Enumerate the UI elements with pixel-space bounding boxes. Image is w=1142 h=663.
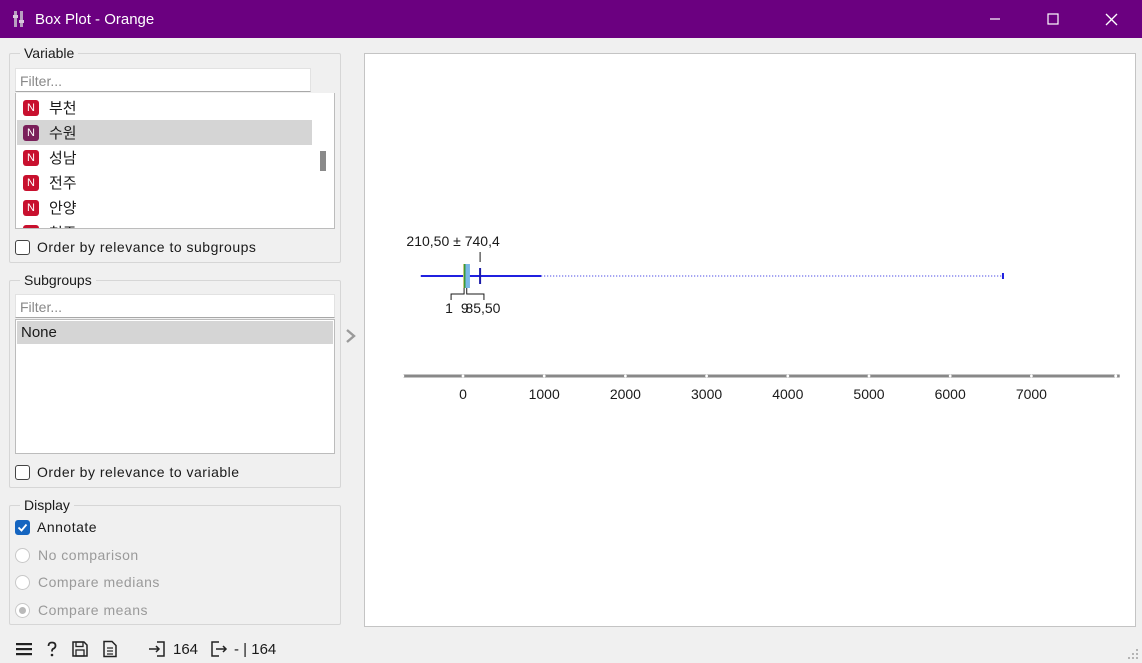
subgroups-group-title: Subgroups [20,272,96,288]
x-axis-tick [867,374,871,378]
variable-list[interactable]: N 부천 N 수원 N 성남 N 전주 N 안양 N 천주 [15,93,335,229]
variable-name: 성남 [49,150,77,167]
numeric-variable-icon: N [23,124,39,141]
x-axis-end-marker [1114,374,1118,378]
maximize-icon [1047,13,1059,25]
input-count: 164 [173,641,199,658]
x-axis-tick-label: 2000 [610,386,641,402]
numeric-variable-icon: N [23,174,39,191]
variable-filter-input[interactable]: Filter... [15,68,311,92]
variable-name: 안양 [49,200,77,217]
window-client: Variable Filter... N 부천 N 수원 N 성남 N 전주 N… [1,38,1141,662]
output-data-icon [211,641,228,657]
x-axis-tick [624,374,627,378]
report-icon[interactable] [101,640,119,658]
x-axis-tick-label: 1000 [529,386,560,402]
list-item[interactable]: N 부천 [17,95,312,120]
status-bar: 164 - | 164 [1,636,1141,662]
subgroups-list[interactable]: None [15,319,335,454]
x-axis-tick-label: 7000 [1016,386,1047,402]
checkbox-label: Order by relevance to subgroups [37,239,257,255]
resize-grip-icon[interactable] [1127,648,1139,660]
radio-compare-means[interactable]: Compare means [15,601,148,619]
variable-name: 부천 [49,100,77,117]
x-axis-tick [542,374,546,378]
x-axis-tick-label: 6000 [935,386,966,402]
subgroups-filter-input[interactable]: Filter... [15,294,335,318]
list-item-selected[interactable]: N 수원 [17,120,312,145]
radio-button[interactable] [15,602,30,618]
q1-label: 1 [445,300,453,316]
numeric-variable-icon: N [23,149,39,166]
maximize-button[interactable] [1024,0,1082,38]
close-icon [1105,13,1117,25]
list-item-selected[interactable]: None [17,321,333,344]
numeric-variable-icon: N [23,199,39,216]
q3-label: 85,50 [465,300,500,316]
order-by-relevance-variable-checkbox[interactable]: Order by relevance to variable [15,463,240,481]
x-axis-tick-label: 3000 [691,386,722,402]
input-data-icon [149,641,165,657]
save-icon[interactable] [71,640,89,658]
radio-button[interactable] [15,547,30,563]
list-item[interactable]: N 안양 [17,195,312,220]
menu-icon[interactable] [15,640,33,658]
radio-label: Compare medians [38,574,160,590]
numeric-variable-icon: N [23,224,39,228]
list-item[interactable]: N 성남 [17,145,312,170]
variable-name: 전주 [49,175,77,192]
order-by-relevance-subgroups-checkbox[interactable]: Order by relevance to subgroups [15,238,256,256]
checkmark-icon [17,523,28,532]
radio-label: No comparison [38,547,139,563]
variable-list-scrollbar[interactable] [320,151,326,171]
variable-group-title: Variable [20,45,79,61]
radio-compare-medians[interactable]: Compare medians [15,573,160,591]
variable-name: 천주 [49,222,77,228]
display-group-title: Display [20,497,74,513]
radio-dot [19,606,26,614]
q1-label-leader [450,288,465,300]
help-icon[interactable] [43,640,61,658]
title-bar: Box Plot - Orange [0,0,1142,38]
radio-no-comparison[interactable]: No comparison [15,546,139,564]
box-plot-area: 0 1000 2000 3000 4000 5000 6000 7000 210,50 ± 74… [364,53,1136,627]
minimize-button[interactable] [966,0,1024,38]
x-axis-tick [786,374,790,378]
checkbox-box[interactable] [15,519,30,535]
minimize-icon [990,18,1000,20]
annotate-checkbox[interactable]: Annotate [15,518,97,536]
x-axis-tick [948,374,952,378]
checkbox-label: Annotate [37,519,98,535]
window-title: Box Plot - Orange [35,11,155,28]
q3-label-leader [466,288,485,300]
box-plot-chart: 0 1000 2000 3000 4000 5000 6000 7000 210,50 ± 74… [401,233,1120,402]
radio-label: Compare means [38,602,148,618]
checkbox-box[interactable] [15,239,30,255]
checkbox-label: Order by relevance to variable [37,464,240,480]
x-axis-end-marker [401,374,405,378]
numeric-variable-icon: N [23,99,39,116]
mean-label: 210,50 ± 740,4 [406,233,500,249]
list-item[interactable]: N 전주 [17,170,312,195]
x-axis-tick [1030,374,1033,378]
collapse-panel-chevron-icon[interactable] [344,327,358,345]
x-axis-tick-label: 0 [459,386,467,402]
x-axis-tick-label: 5000 [853,386,884,402]
x-axis-tick-label: 4000 [772,386,803,402]
variable-name: 수원 [49,125,77,142]
x-axis-tick [705,374,708,378]
orange-app-icon [13,11,24,27]
close-button[interactable] [1082,0,1140,38]
checkbox-box[interactable] [15,464,30,480]
list-item[interactable]: N 천주 [17,220,312,228]
output-count: - | 164 [234,641,277,658]
radio-button[interactable] [15,574,30,590]
x-axis-tick [461,374,465,378]
